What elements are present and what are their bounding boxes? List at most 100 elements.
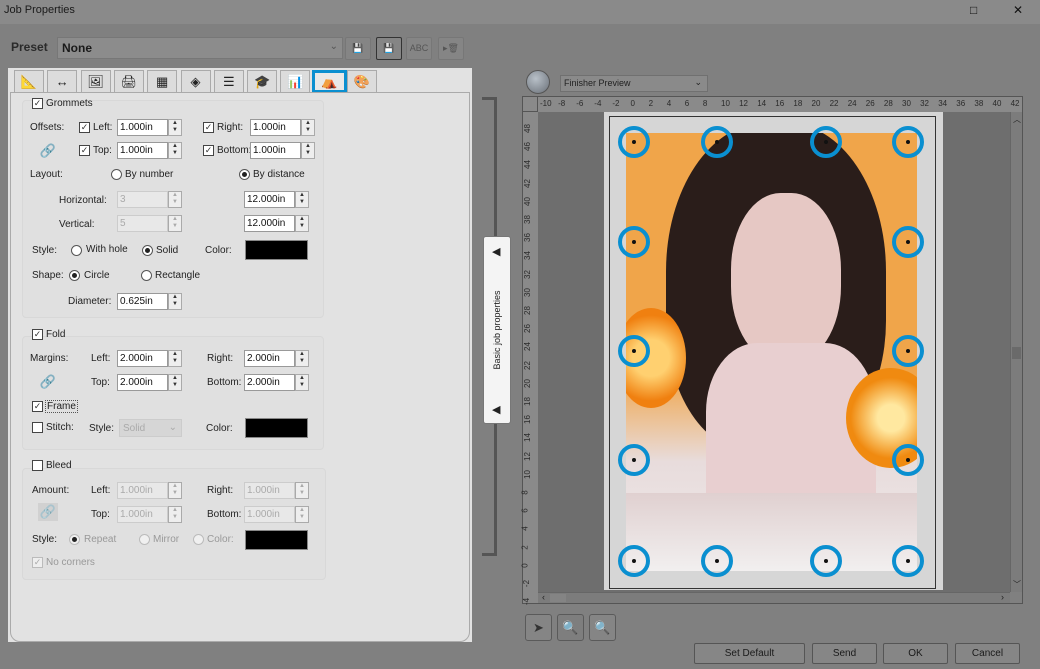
save-as-preset-button[interactable]: 💾 (376, 37, 402, 60)
horizontal-number-input[interactable]: 3 (117, 191, 168, 208)
offset-right-input[interactable]: 1.000in (250, 119, 301, 136)
horizontal-distance-spinner[interactable]: ▲ ▼ (295, 191, 309, 208)
offset-right-checkbox[interactable]: ✓ (203, 122, 214, 133)
horizontal-distance-input[interactable]: 12.000in (244, 191, 295, 208)
minimize-button[interactable]: □ (970, 3, 977, 17)
offset-top-spinner[interactable]: ▲ ▼ (168, 142, 182, 159)
send-button[interactable]: Send (812, 643, 877, 664)
settings-tab[interactable]: 📊 (280, 70, 311, 93)
scroll-up-icon[interactable]: ︿ (1013, 114, 1021, 125)
fold-right-input[interactable]: 2.000in (244, 350, 295, 367)
mirror-radio[interactable] (139, 534, 150, 545)
settings-tab[interactable]: 🖨 (113, 70, 144, 93)
fold-bottom-spinner[interactable]: ▲ ▼ (295, 374, 309, 391)
scroll-right-icon[interactable]: › (1001, 592, 1004, 602)
tab-icon: ◈ (190, 74, 201, 89)
delete-preset-button[interactable]: ▸🗑 (438, 37, 464, 60)
settings-tab[interactable]: 📐 (14, 70, 44, 93)
fold-right-spinner[interactable]: ▲ ▼ (295, 350, 309, 367)
grommets-checkbox[interactable]: ✓ (32, 98, 43, 109)
offset-bottom-spinner[interactable]: ▲ ▼ (301, 142, 315, 159)
offset-top-checkbox[interactable]: ✓ (79, 145, 90, 156)
tab-icon: 📊 (287, 74, 304, 89)
fold-top-input[interactable]: 2.000in (117, 374, 168, 391)
scroll-thumb[interactable] (1012, 347, 1021, 359)
bleed-left-spinner[interactable]: ▲ ▼ (168, 482, 182, 499)
settings-tab[interactable]: ◈ (180, 70, 211, 93)
offset-bottom-input[interactable]: 1.000in (250, 142, 301, 159)
frame-checkbox[interactable]: ✓ (32, 401, 43, 412)
offset-left-spinner[interactable]: ▲ ▼ (168, 119, 182, 136)
offset-bottom-checkbox[interactable]: ✓ (203, 145, 214, 156)
bleed-right-spinner[interactable]: ▲ ▼ (295, 482, 309, 499)
bleed-top-input[interactable]: 1.000in (117, 506, 168, 523)
rename-preset-button[interactable]: ABC (406, 37, 432, 60)
fold-left-input[interactable]: 2.000in (117, 350, 168, 367)
link-margins-button[interactable]: 🔗 (38, 373, 58, 391)
link-offsets-button[interactable]: 🔗 (38, 142, 58, 160)
diameter-input[interactable]: 0.625in (117, 293, 168, 310)
fold-left-spinner[interactable]: ▲ ▼ (168, 350, 182, 367)
bleed-left-input[interactable]: 1.000in (117, 482, 168, 499)
vertical-distance-spinner[interactable]: ▲ ▼ (295, 215, 309, 232)
gauge-icon[interactable] (526, 70, 550, 94)
settings-tab[interactable]: 🎨 (347, 70, 377, 93)
bleed-bottom-spinner[interactable]: ▲ ▼ (295, 506, 309, 523)
stitch-style-select[interactable]: Solid ⌄ (119, 419, 182, 437)
settings-tab[interactable]: ▦ (147, 70, 178, 93)
bleed-checkbox[interactable] (32, 460, 43, 471)
repeat-radio[interactable] (69, 534, 80, 545)
rectangle-radio[interactable] (141, 270, 152, 281)
grommet-color-swatch[interactable] (245, 240, 308, 260)
bleed-color-swatch[interactable] (245, 530, 308, 550)
set-default-button[interactable]: Set Default (694, 643, 805, 664)
bleed-top-spinner[interactable]: ▲ ▼ (168, 506, 182, 523)
scroll-left-icon[interactable]: ‹ (542, 592, 545, 602)
cancel-button[interactable]: Cancel (955, 643, 1020, 664)
close-button[interactable]: ✕ (1013, 3, 1023, 17)
bleed-color-radio[interactable] (193, 534, 204, 545)
stitch-checkbox[interactable] (32, 422, 43, 433)
link-bleed-button[interactable]: 🔗 (38, 503, 58, 521)
settings-tab[interactable]: 🎓 (247, 70, 278, 93)
offset-right-spinner[interactable]: ▲ ▼ (301, 119, 315, 136)
fold-top-spinner[interactable]: ▲ ▼ (168, 374, 182, 391)
offset-left-input[interactable]: 1.000in (117, 119, 168, 136)
rectangle-label: Rectangle (155, 270, 201, 281)
vertical-distance-input[interactable]: 12.000in (244, 215, 295, 232)
solid-radio[interactable] (142, 245, 153, 256)
settings-tab[interactable]: ☰ (213, 70, 244, 93)
scroll-down-icon[interactable]: ﹀ (1013, 579, 1021, 590)
collapse-arrow-icon[interactable]: ◀ (492, 245, 500, 258)
bleed-right-input[interactable]: 1.000in (244, 482, 295, 499)
vertical-number-input[interactable]: 5 (117, 215, 168, 232)
settings-tab[interactable]: ↔ (47, 70, 78, 93)
by-distance-radio[interactable] (239, 169, 250, 180)
save-preset-button[interactable]: 💾 (345, 37, 371, 60)
fold-bottom-input[interactable]: 2.000in (244, 374, 295, 391)
by-number-radio[interactable] (111, 169, 122, 180)
pointer-tool-button[interactable]: ➤ (525, 614, 552, 641)
preset-dropdown[interactable]: None ⌄ (57, 37, 343, 59)
settings-tab[interactable]: 🖼 (80, 70, 111, 93)
bleed-bottom-input[interactable]: 1.000in (244, 506, 295, 523)
horizontal-number-spinner[interactable]: ▲ ▼ (168, 191, 182, 208)
ok-button[interactable]: OK (883, 643, 948, 664)
stitch-color-swatch[interactable] (245, 418, 308, 438)
no-corners-checkbox[interactable]: ✓ (32, 557, 43, 568)
scroll-thumb[interactable] (550, 594, 566, 602)
fold-checkbox[interactable]: ✓ (32, 329, 43, 340)
vertical-number-spinner[interactable]: ▲ ▼ (168, 215, 182, 232)
with-hole-radio[interactable] (71, 245, 82, 256)
offset-top-input[interactable]: 1.000in (117, 142, 168, 159)
offset-left-checkbox[interactable]: ✓ (79, 122, 90, 133)
zoom-tool-button[interactable]: 🔍 (589, 614, 616, 641)
vertical-scrollbar[interactable]: ︿ ﹀ (1010, 112, 1022, 592)
diameter-spinner[interactable]: ▲ ▼ (168, 293, 182, 310)
circle-radio[interactable] (69, 270, 80, 281)
settings-tab[interactable]: ⛺ (312, 70, 347, 93)
collapse-arrow-icon[interactable]: ◀ (492, 403, 500, 416)
preview-mode-dropdown[interactable]: Finisher Preview ⌄ (560, 75, 708, 92)
horizontal-scrollbar[interactable]: ‹ › (538, 592, 1010, 603)
zoom-region-tool-button[interactable]: 🔍 (557, 614, 584, 641)
